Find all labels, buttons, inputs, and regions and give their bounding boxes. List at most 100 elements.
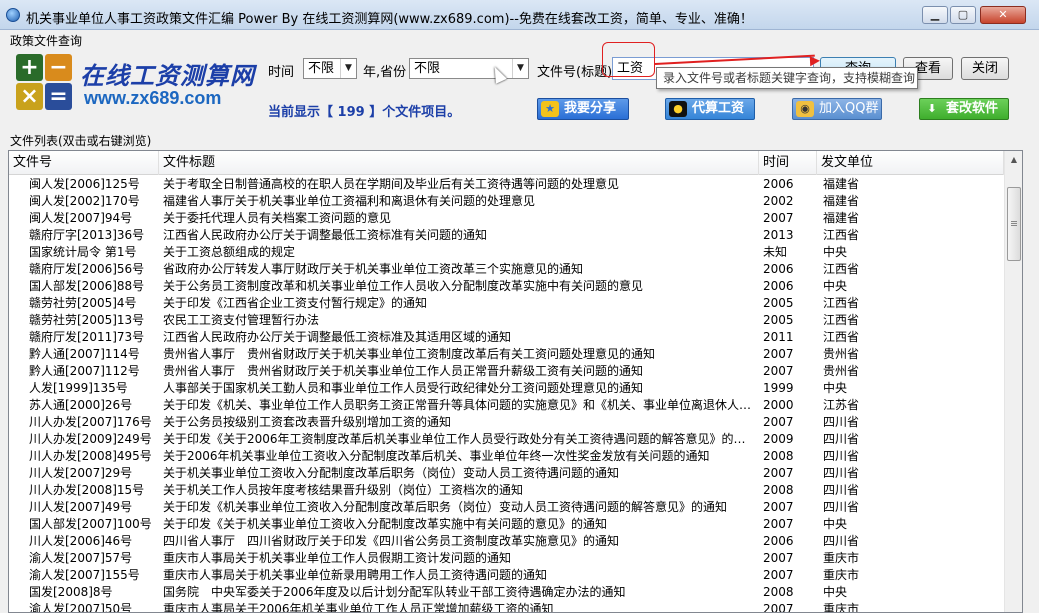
cell-title: 关于印发《关于机关事业单位工资收入分配制度改革实施中有关问题的意见》的通知 xyxy=(163,517,608,531)
cell-title: 重庆市人事局关于机关事业单位工作人员假期工资计发问题的通知 xyxy=(163,551,512,565)
cell-filenum: 川人发[2007]49号 xyxy=(29,500,133,514)
table-row[interactable]: 川人办发[2008]15号 关于机关工作人员按年度考核结果晋升级别（岗位）工资档次… xyxy=(9,482,1004,499)
table-row[interactable]: 川人办发[2008]495号 关于2006年机关事业单位工资收入分配制度改革后机关… xyxy=(9,448,1004,465)
table-row[interactable]: 渝人发[2007]57号 重庆市人事局关于机关事业单位工作人员假期工资计发问题的通… xyxy=(9,550,1004,567)
table-row[interactable]: 川人发[2006]46号 四川省人事厅 四川省财政厅关于印发《四川省公务员工资制度… xyxy=(9,533,1004,550)
app-icon xyxy=(6,8,20,22)
table-row[interactable]: 川人发[2007]49号 关于印发《机关事业单位工资收入分配制度改革后职务（岗位）… xyxy=(9,499,1004,516)
table-row[interactable]: 黔人通[2007]112号 贵州省人事厅 贵州省财政厅关于机关事业单位工作人员正常… xyxy=(9,363,1004,380)
software-button[interactable]: ⬇ 套改软件 xyxy=(919,98,1009,120)
maximize-button[interactable]: ▢ xyxy=(950,6,976,24)
cell-filenum: 国发[2008]8号 xyxy=(29,585,113,599)
close-window-button[interactable]: ✕ xyxy=(980,6,1026,24)
cell-filenum: 闽人发[2007]94号 xyxy=(29,211,133,225)
cell-year: 2007 xyxy=(763,551,794,565)
cell-unit: 江苏省 xyxy=(823,398,860,412)
column-header-unit[interactable]: 发文单位 xyxy=(817,151,1004,175)
table-row[interactable]: 国家统计局令 第1号 关于工资总额组成的规定 未知 中央 xyxy=(9,244,1004,261)
vertical-scrollbar[interactable]: ▲ xyxy=(1004,151,1022,612)
cell-title: 江西省人民政府办公厅关于调整最低工资标准有关问题的通知 xyxy=(163,228,488,242)
table-row[interactable]: 赣府厅发[2006]56号 省政府办公厅转发人事厅财政厅关于机关事业单位工资改革三… xyxy=(9,261,1004,278)
cell-unit: 江西省 xyxy=(823,262,860,276)
cell-year: 1999 xyxy=(763,381,794,395)
cell-filenum: 川人办发[2007]176号 xyxy=(29,415,152,429)
cell-filenum: 黔人通[2007]112号 xyxy=(29,364,140,378)
cell-unit: 重庆市 xyxy=(823,551,860,565)
table-row[interactable]: 渝人发[2007]50号 重庆市人事局关于2006年机关事业单位工作人员正常增加薪… xyxy=(9,601,1004,612)
time-label: 时间 xyxy=(268,65,295,80)
cell-year: 2007 xyxy=(763,466,794,480)
cell-filenum: 赣劳社劳[2005]4号 xyxy=(29,296,137,310)
cell-unit: 江西省 xyxy=(823,296,860,310)
cell-title: 农民工工资支付管理暂行办法 xyxy=(163,313,320,327)
table-row[interactable]: 闽人发[2002]170号 福建省人事厅关于机关事业单位工资福利和离退休有关问题的… xyxy=(9,193,1004,210)
table-row[interactable]: 闽人发[2006]125号 关于考取全日制普通高校的在职人员在学期间及毕业后有关工… xyxy=(9,176,1004,193)
highlight-arrow-head xyxy=(809,55,821,67)
cell-unit: 四川省 xyxy=(823,483,860,497)
cell-title: 关于2006年机关事业单位工资收入分配制度改革后机关、事业单位年终一次性奖金发放… xyxy=(163,449,710,463)
table-row[interactable]: 赣府厅字[2013]36号 江西省人民政府办公厅关于调整最低工资标准有关问题的通知… xyxy=(9,227,1004,244)
search-tooltip: 录入文件号或者标题关键字查询，支持模糊查询 xyxy=(656,67,918,89)
table-row[interactable]: 川人发[2007]29号 关于机关事业单位工资收入分配制度改革后职务（岗位）变动人… xyxy=(9,465,1004,482)
scroll-up-arrow-icon[interactable]: ▲ xyxy=(1006,152,1022,168)
qq-icon: ● xyxy=(669,101,687,117)
table-row[interactable]: 赣劳社劳[2005]13号 农民工工资支付管理暂行办法 2005 江西省 xyxy=(9,312,1004,329)
table-row[interactable]: 闽人发[2007]94号 关于委托代理人员有关档案工资问题的意见 2007 福建省 xyxy=(9,210,1004,227)
count-line: 当前显示【 199 】个文件项目。 xyxy=(268,101,460,120)
table-row[interactable]: 国发[2008]8号 国务院 中央军委关于2006年度及以后计划分配军队转业干部工… xyxy=(9,584,1004,601)
cell-filenum: 川人办发[2008]495号 xyxy=(29,449,152,463)
minimize-button[interactable]: ▁ xyxy=(922,6,948,24)
cell-title: 人事部关于国家机关工勤人员和事业单位工作人员受行政纪律处分工资问题处理意见的通知 xyxy=(163,381,644,395)
list-rows: 闽人发[2006]125号 关于考取全日制普通高校的在职人员在学期间及毕业后有关工… xyxy=(9,176,1004,612)
cell-filenum: 黔人通[2007]114号 xyxy=(29,347,140,361)
table-row[interactable]: 国人部发[2006]88号 关于公务员工资制度改革和机关事业单位工作人员收入分配制… xyxy=(9,278,1004,295)
cell-unit: 贵州省 xyxy=(823,364,860,378)
cell-year: 2006 xyxy=(763,279,794,293)
cell-filenum: 川人办发[2009]249号 xyxy=(29,432,152,446)
table-row[interactable]: 渝人发[2007]155号 重庆市人事局关于机关事业单位新录用聘用工作人员工资待遇… xyxy=(9,567,1004,584)
table-row[interactable]: 人发[1999]135号 人事部关于国家机关工勤人员和事业单位工作人员受行政纪律处… xyxy=(9,380,1004,397)
logo-times: × xyxy=(16,83,43,110)
cell-title: 贵州省人事厅 贵州省财政厅关于机关事业单位工作人员正常晋升薪级工资有关问题的通知 xyxy=(163,364,644,378)
cell-title: 关于公务员工资制度改革和机关事业单位工作人员收入分配制度改革实施中有关问题的意见 xyxy=(163,279,644,293)
calc-button-label: 代算工资 xyxy=(692,101,745,116)
cell-title: 重庆市人事局关于机关事业单位新录用聘用工作人员工资待遇问题的通知 xyxy=(163,568,548,582)
calc-button[interactable]: ● 代算工资 xyxy=(665,98,755,120)
table-row[interactable]: 川人办发[2009]249号 关于印发《关于2006年工资制度改革后机关事业单位工… xyxy=(9,431,1004,448)
cell-filenum: 人发[1999]135号 xyxy=(29,381,128,395)
cell-filenum: 国家统计局令 第1号 xyxy=(29,245,137,259)
cell-year: 2008 xyxy=(763,483,794,497)
cell-title: 关于机关事业单位工资收入分配制度改革后职务（岗位）变动人员工资待遇问题的通知 xyxy=(163,466,620,480)
cell-title: 江西省人民政府办公厅关于调整最低工资标准及其适用区域的通知 xyxy=(163,330,512,344)
column-header-title[interactable]: 文件标题 xyxy=(159,151,759,175)
scrollbar-thumb[interactable] xyxy=(1007,187,1021,261)
table-row[interactable]: 黔人通[2007]114号 贵州省人事厅 贵州省财政厅关于机关事业单位工资制度改革… xyxy=(9,346,1004,363)
cell-unit: 四川省 xyxy=(823,500,860,514)
table-row[interactable]: 赣府厅发[2011]73号 江西省人民政府办公厅关于调整最低工资标准及其适用区域的… xyxy=(9,329,1004,346)
cell-year: 2000 xyxy=(763,398,794,412)
time-select[interactable]: 不限 ▼ xyxy=(303,58,357,79)
close-button[interactable]: 关闭 xyxy=(961,57,1009,80)
share-button[interactable]: ★ 我要分享 xyxy=(537,98,629,120)
cell-title: 关于印发《机关事业单位工资收入分配制度改革后职务（岗位）变动人员工资待遇问题的解… xyxy=(163,500,728,514)
column-header-filenum[interactable]: 文件号 xyxy=(9,151,159,175)
list-header: 文件号 文件标题 时间 发文单位 xyxy=(9,151,1022,175)
cell-unit: 四川省 xyxy=(823,415,860,429)
time-select-value: 不限 xyxy=(308,61,335,76)
column-header-year[interactable]: 时间 xyxy=(759,151,817,175)
cell-filenum: 国人部发[2006]88号 xyxy=(29,279,145,293)
title-bar: 机关事业单位人事工资政策文件汇编 Power By 在线工资测算网(www.zx… xyxy=(0,0,1039,30)
logo: + − × = 在线工资测算网 www.zx689.com xyxy=(14,50,256,122)
table-row[interactable]: 赣劳社劳[2005]4号 关于印发《江西省企业工资支付暂行规定》的通知 2005 江西… xyxy=(9,295,1004,312)
table-row[interactable]: 苏人通[2000]26号 关于印发《机关、事业单位工作人员职务工资正常晋升等具体问… xyxy=(9,397,1004,414)
province-select[interactable]: 不限 ▼ xyxy=(409,58,529,79)
cell-year: 2008 xyxy=(763,585,794,599)
cell-filenum: 国人部发[2007]100号 xyxy=(29,517,152,531)
cell-title: 关于印发《江西省企业工资支付暂行规定》的通知 xyxy=(163,296,428,310)
qq-group-button[interactable]: ◉ 加入QQ群 xyxy=(792,98,882,120)
table-row[interactable]: 国人部发[2007]100号 关于印发《关于机关事业单位工资收入分配制度改革实施中… xyxy=(9,516,1004,533)
file-list[interactable]: 文件号 文件标题 时间 发文单位 闽人发[2006]125号 关于考取全日制普通高… xyxy=(8,150,1023,613)
cell-year: 2013 xyxy=(763,228,794,242)
cell-filenum: 川人发[2006]46号 xyxy=(29,534,133,548)
table-row[interactable]: 川人办发[2007]176号 关于公务员按级别工资套改表晋升级别增加工资的通知 20… xyxy=(9,414,1004,431)
